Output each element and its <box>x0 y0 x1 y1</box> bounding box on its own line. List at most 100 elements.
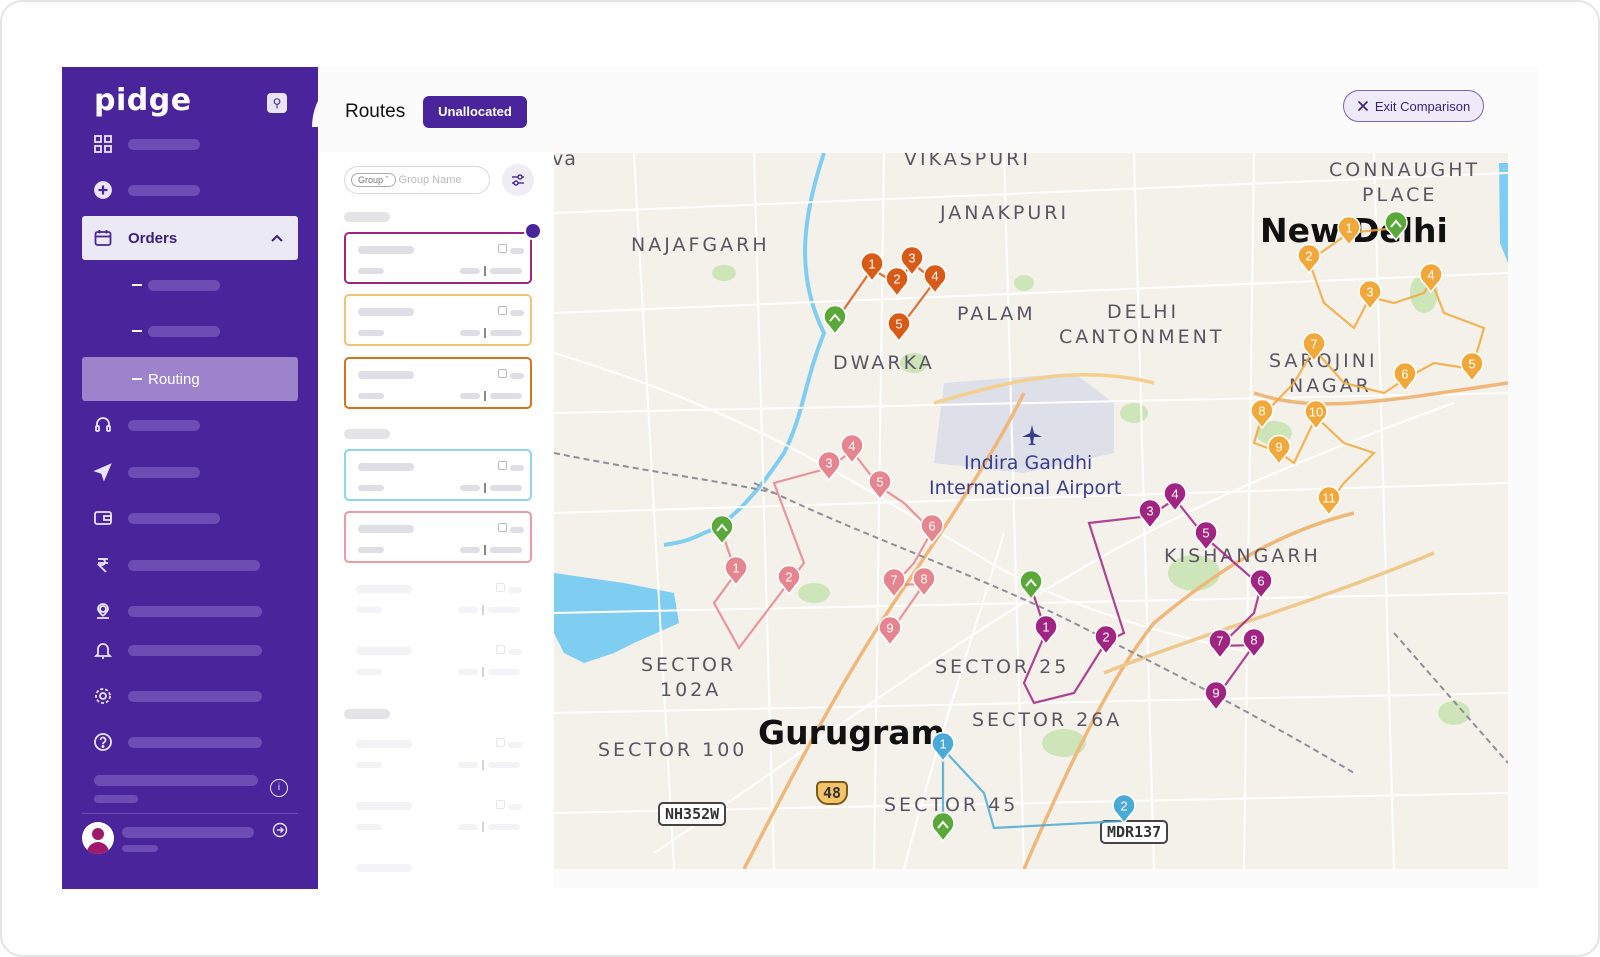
route-card[interactable] <box>344 449 532 501</box>
group-search-input[interactable]: Group ˇ Group Name <box>344 166 490 194</box>
route-stop-pin[interactable]: 2 <box>1094 624 1118 656</box>
sidebar-label-placeholder <box>128 605 262 617</box>
svg-text:5: 5 <box>1202 525 1209 540</box>
grid-icon <box>92 133 114 155</box>
selection-handle[interactable] <box>524 222 542 240</box>
svg-text:6: 6 <box>928 518 935 533</box>
unallocated-button[interactable]: Unallocated <box>423 96 527 128</box>
exit-comparison-label: Exit Comparison <box>1374 98 1471 114</box>
svg-text:5: 5 <box>1468 356 1475 371</box>
route-stop-pin[interactable]: 4 <box>1419 262 1443 294</box>
route-card[interactable] <box>344 852 532 889</box>
svg-text:3: 3 <box>1146 503 1153 518</box>
route-card[interactable] <box>344 635 532 687</box>
sidebar-orders-label: Orders <box>128 229 178 247</box>
sidebar-item-notifications[interactable] <box>82 628 298 672</box>
search-icon[interactable]: ⚲ <box>267 93 287 113</box>
svg-text:4: 4 <box>1427 267 1434 282</box>
depot-pin[interactable] <box>1019 569 1043 601</box>
depot-pin[interactable] <box>931 811 955 843</box>
sidebar-subitem[interactable] <box>82 263 298 307</box>
sidebar-item-dashboard[interactable] <box>82 122 298 166</box>
sidebar: pidge ⚲ Orders Routing i <box>62 67 318 889</box>
svg-text:8: 8 <box>920 571 927 586</box>
route-stop-pin[interactable]: 3 <box>817 450 841 482</box>
route-stop-pin[interactable]: 1 <box>860 251 884 283</box>
route-stop-pin[interactable]: 2 <box>1297 243 1321 275</box>
sidebar-label-placeholder <box>128 138 200 150</box>
route-stop-pin[interactable]: 3 <box>1358 279 1382 311</box>
sidebar-item-help[interactable] <box>82 720 298 764</box>
route-stop-pin[interactable]: 6 <box>920 513 944 545</box>
sidebar-subitem[interactable] <box>82 309 298 353</box>
dash-marker <box>132 378 142 380</box>
sliders-icon <box>512 174 524 186</box>
svg-text:3: 3 <box>908 250 915 265</box>
route-stop-pin[interactable]: 9 <box>1267 434 1291 466</box>
depot-pin[interactable] <box>710 514 734 546</box>
svg-text:9: 9 <box>1275 439 1282 454</box>
page-title: Routes <box>345 101 406 122</box>
org-name-placeholder <box>94 775 258 786</box>
route-card[interactable] <box>344 294 532 346</box>
depot-pin[interactable] <box>823 304 847 336</box>
route-stop-pin[interactable]: 6 <box>1393 361 1417 393</box>
calendar-icon <box>92 227 114 249</box>
route-stop-pin[interactable]: 1 <box>1034 614 1058 646</box>
sidebar-label-placeholder <box>148 279 220 291</box>
route-stop-pin[interactable]: 11 <box>1317 485 1341 517</box>
route-stop-pin[interactable]: 2 <box>777 564 801 596</box>
filter-button[interactable] <box>502 164 534 196</box>
route-stop-pin[interactable]: 9 <box>878 615 902 647</box>
route-stop-pin[interactable]: 1 <box>724 555 748 587</box>
route-stop-pin[interactable]: 2 <box>885 266 909 298</box>
sidebar-item-billing[interactable] <box>82 543 298 587</box>
svg-text:1: 1 <box>868 256 875 271</box>
route-stop-pin[interactable]: 7 <box>882 567 906 599</box>
route-stop-pin[interactable]: 3 <box>1138 498 1162 530</box>
route-card[interactable] <box>344 232 532 284</box>
map-canvas[interactable]: VIKASPURI JANAKPURI NAJAFGARH PALAM DWAR… <box>554 153 1508 869</box>
exit-comparison-button[interactable]: Exit Comparison <box>1343 90 1484 122</box>
group-dropdown[interactable]: Group ˇ <box>351 173 396 187</box>
chevron-up-icon <box>271 234 283 242</box>
route-card[interactable] <box>344 357 532 409</box>
route-stop-pin[interactable]: 2 <box>1112 793 1136 825</box>
route-stop-pin[interactable]: 6 <box>1249 568 1273 600</box>
sidebar-item-wallet[interactable] <box>82 496 298 540</box>
svg-text:7: 7 <box>1216 633 1223 648</box>
route-card[interactable] <box>344 573 532 625</box>
route-stop-pin[interactable]: 1 <box>1337 215 1361 247</box>
route-stop-pin[interactable]: 4 <box>923 263 947 295</box>
sidebar-item-location[interactable] <box>82 589 298 633</box>
route-card[interactable] <box>344 511 532 563</box>
route-stop-pin[interactable]: 4 <box>1163 481 1187 513</box>
svg-text:1: 1 <box>1042 619 1049 634</box>
route-stop-pin[interactable]: 5 <box>887 311 911 343</box>
sidebar-item-navigate[interactable] <box>82 450 298 494</box>
sidebar-subitem-routing[interactable]: Routing <box>82 357 298 401</box>
depot-pin[interactable] <box>1384 210 1408 242</box>
route-stop-pin[interactable]: 4 <box>840 433 864 465</box>
logout-icon[interactable] <box>272 822 288 838</box>
sidebar-item-settings[interactable] <box>82 674 298 718</box>
route-card[interactable] <box>344 790 532 842</box>
avatar[interactable] <box>82 822 114 854</box>
route-stop-pin[interactable]: 5 <box>868 469 892 501</box>
rupee-icon <box>92 554 114 576</box>
route-stop-pin[interactable]: 8 <box>1242 627 1266 659</box>
info-icon[interactable]: i <box>270 779 288 797</box>
route-stop-pin[interactable]: 7 <box>1208 628 1232 660</box>
sidebar-item-support[interactable] <box>82 403 298 447</box>
route-card[interactable] <box>344 728 532 780</box>
route-stop-pin[interactable]: 8 <box>1250 398 1274 430</box>
route-stop-pin[interactable]: 8 <box>912 566 936 598</box>
route-line-blue <box>941 746 1126 830</box>
user-role-placeholder <box>122 845 158 852</box>
route-stop-pin[interactable]: 9 <box>1204 680 1228 712</box>
sidebar-item-create[interactable] <box>82 168 298 212</box>
sidebar-item-orders[interactable]: Orders <box>82 216 298 260</box>
close-icon <box>1357 100 1368 112</box>
svg-text:2: 2 <box>1102 629 1109 644</box>
route-stop-pin[interactable]: 5 <box>1460 351 1484 383</box>
